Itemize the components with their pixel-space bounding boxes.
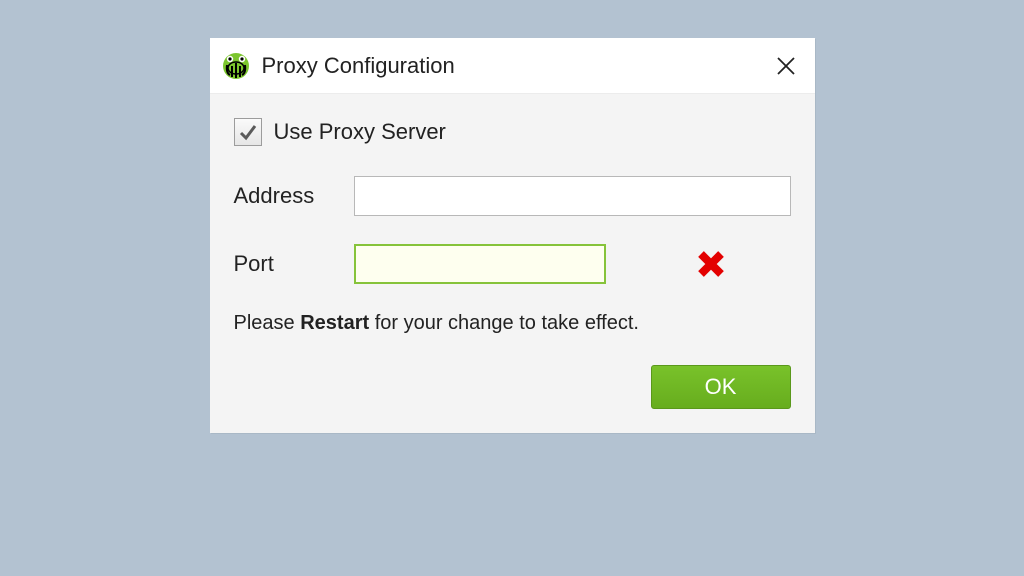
port-row: Port [234,244,791,284]
error-x-icon [697,250,725,278]
frog-app-icon [220,50,252,82]
use-proxy-label: Use Proxy Server [274,119,446,145]
dialog-body: Use Proxy Server Address Port Please Res… [210,94,815,433]
use-proxy-row: Use Proxy Server [234,118,791,146]
use-proxy-checkbox[interactable] [234,118,262,146]
close-icon [776,56,796,76]
hint-bold: Restart [300,312,369,334]
checkmark-icon [238,122,258,142]
port-label: Port [234,251,354,277]
address-label: Address [234,183,354,209]
titlebar: Proxy Configuration [210,38,815,94]
window-title: Proxy Configuration [262,53,771,79]
button-row: OK [234,365,791,409]
hint-prefix: Please [234,312,301,334]
address-row: Address [234,176,791,216]
port-input-wrap [354,244,679,284]
restart-hint: Please Restart for your change to take e… [234,312,791,335]
address-input[interactable] [354,176,791,216]
ok-button-label: OK [705,374,737,400]
proxy-configuration-dialog: Proxy Configuration Use Proxy Server Add… [210,38,815,433]
ok-button[interactable]: OK [651,365,791,409]
hint-suffix: for your change to take effect. [369,312,639,334]
close-button[interactable] [771,51,801,81]
port-input[interactable] [354,244,606,284]
